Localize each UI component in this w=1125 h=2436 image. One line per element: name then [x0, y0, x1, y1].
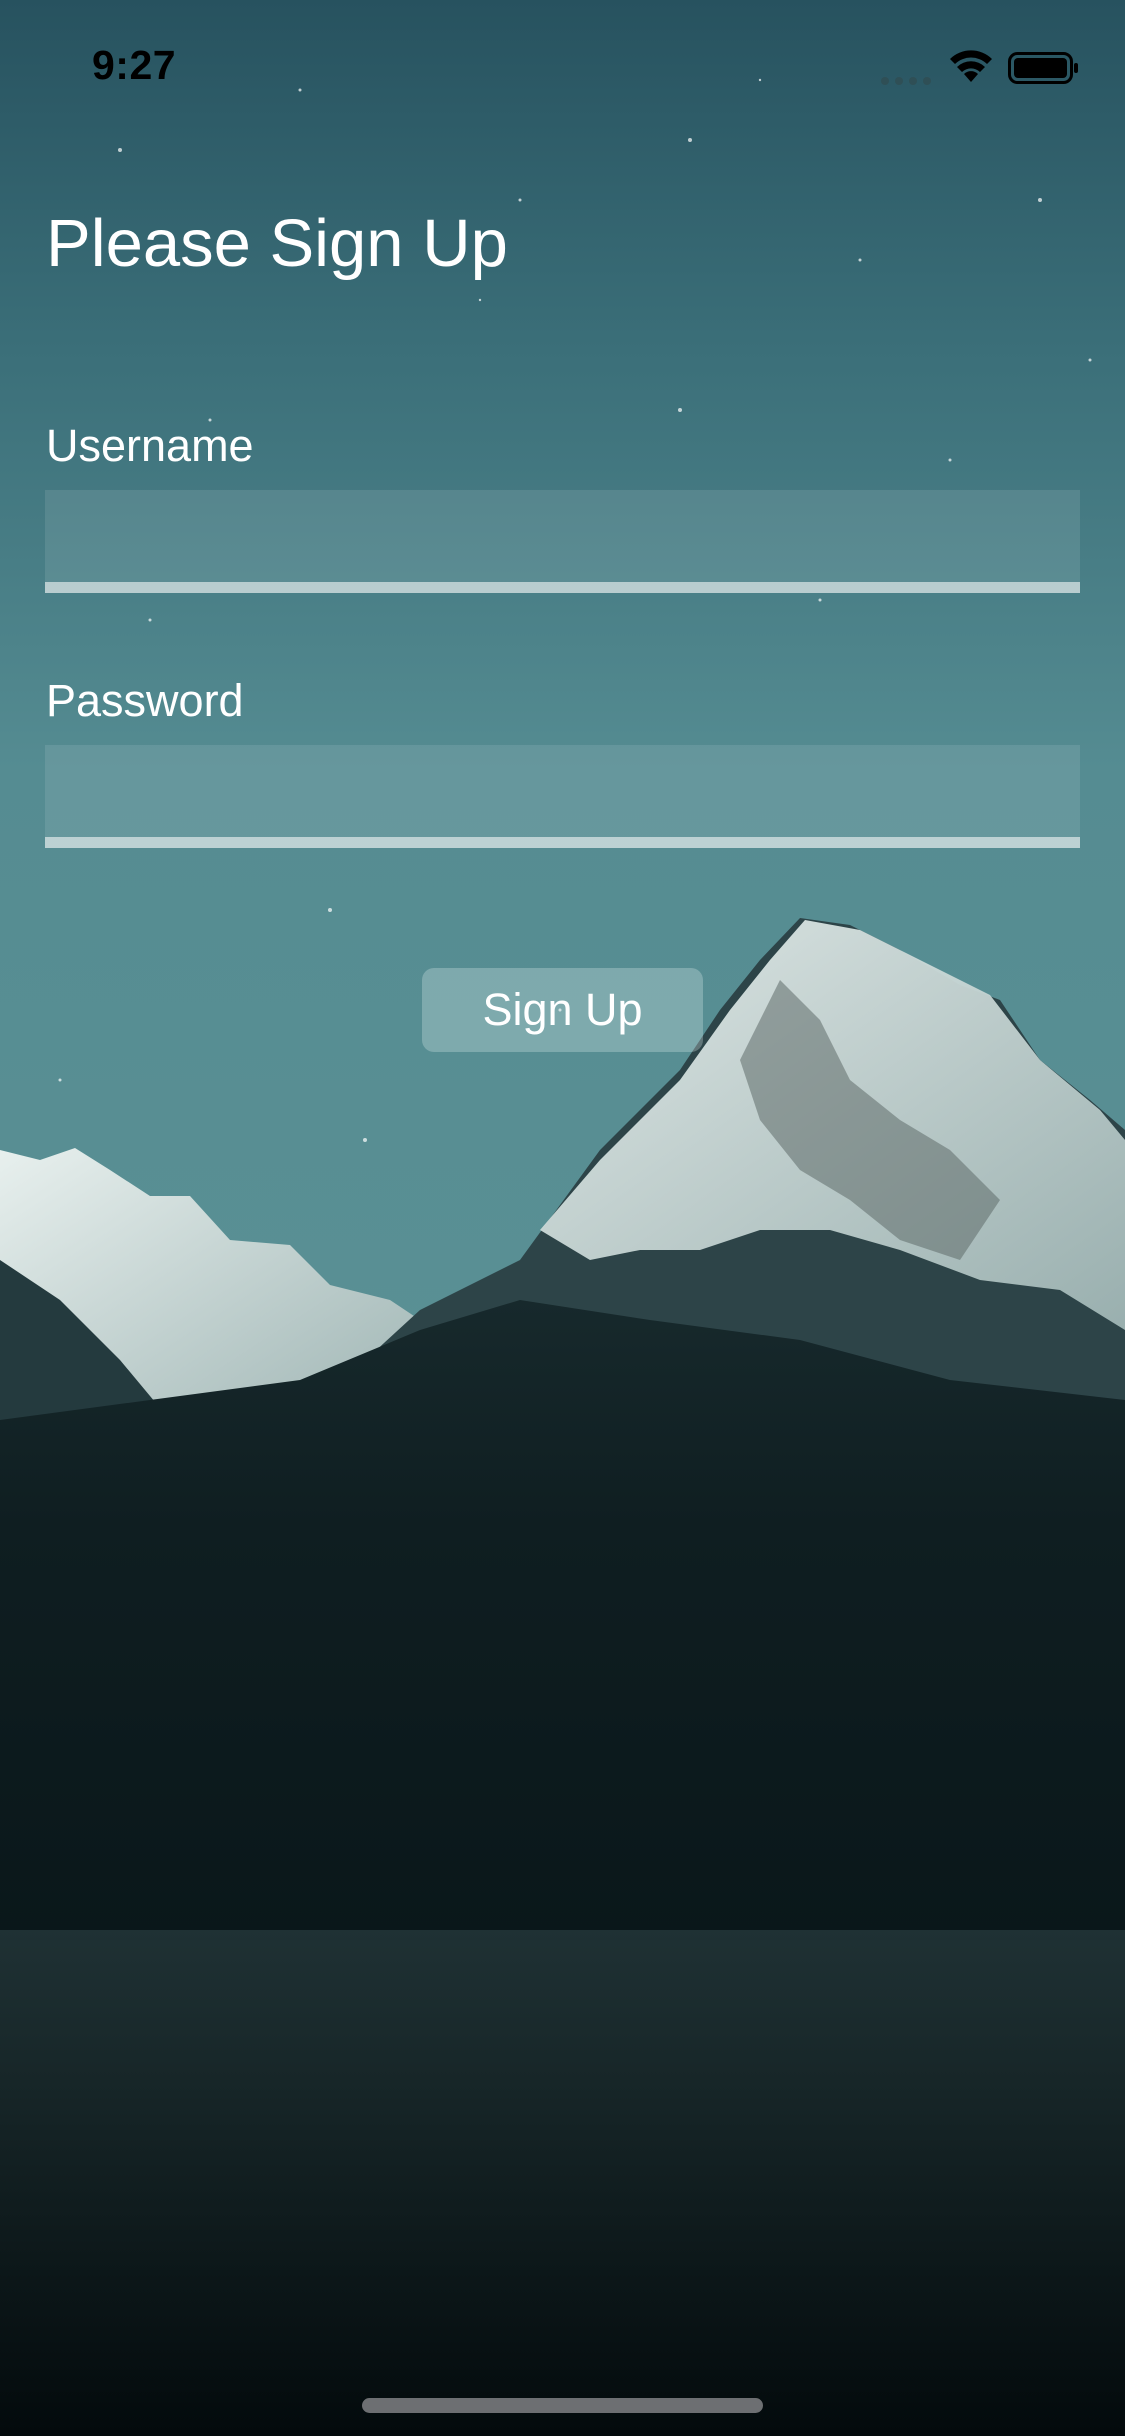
username-label: Username [46, 420, 254, 471]
sign-up-button[interactable]: Sign Up [422, 968, 703, 1052]
page-title: Please Sign Up [46, 206, 508, 281]
signup-screen: Please Sign Up Username Password Sign Up [0, 0, 1125, 2436]
password-input[interactable] [45, 745, 1080, 848]
username-input[interactable] [45, 490, 1080, 593]
home-indicator[interactable] [362, 2398, 763, 2413]
password-label: Password [46, 675, 244, 726]
